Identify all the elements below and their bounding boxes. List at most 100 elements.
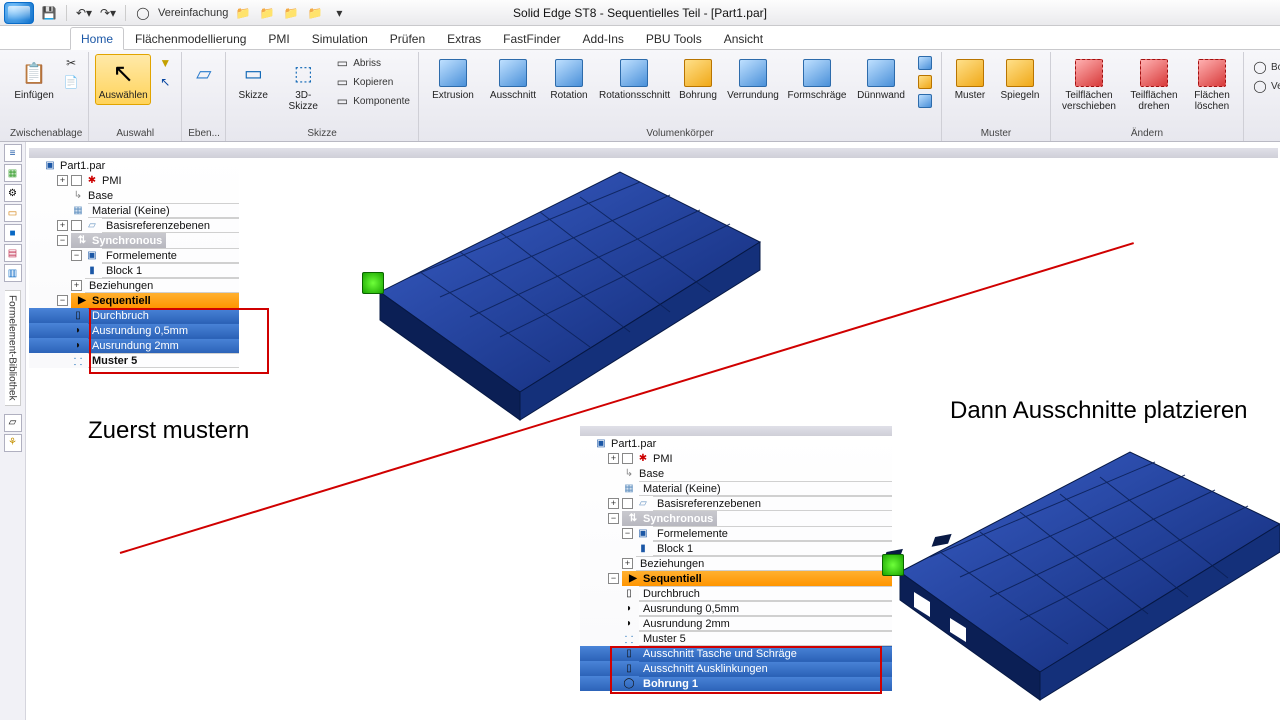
checkbox[interactable] bbox=[622, 453, 633, 464]
tree2-beziehungen[interactable]: +Beziehungen bbox=[580, 556, 892, 571]
qat-btn-3[interactable]: 📁 bbox=[282, 4, 300, 22]
verrundungs-button[interactable]: ◯Verrundungsgröß bbox=[1250, 77, 1280, 95]
teilflaechen-d-button[interactable]: Teilflächen drehen bbox=[1125, 54, 1183, 115]
tree2-ausrundung2[interactable]: ◗Ausrundung 2mm bbox=[580, 616, 892, 631]
tab-addins[interactable]: Add-Ins bbox=[572, 27, 635, 49]
tree2-formelemente[interactable]: −▣Formelemente bbox=[580, 526, 892, 541]
flaechen-l-button[interactable]: Flächen löschen bbox=[1187, 54, 1237, 115]
qat-label-vereinfachung[interactable]: Vereinfachung bbox=[158, 7, 228, 19]
selectplus-button[interactable]: ↖ bbox=[155, 73, 175, 91]
muster-button[interactable]: Muster bbox=[948, 54, 992, 105]
tab-home[interactable]: Home bbox=[70, 27, 124, 50]
spiegeln-button[interactable]: Spiegeln bbox=[996, 54, 1044, 105]
tree2-ausschnitt-tasche[interactable]: ▯Ausschnitt Tasche und Schräge bbox=[580, 646, 892, 661]
rotationsschnitt-button[interactable]: Rotationsschnitt bbox=[597, 54, 671, 105]
lt-icon-4[interactable]: ▭ bbox=[4, 204, 22, 222]
ausschnitt-button[interactable]: Ausschnitt bbox=[485, 54, 541, 105]
komponente-button[interactable]: ▭Komponente bbox=[332, 92, 412, 110]
tab-extras[interactable]: Extras bbox=[436, 27, 492, 49]
tree-muster5[interactable]: ⸬Muster 5 bbox=[29, 353, 239, 368]
filter-button[interactable]: ▼ bbox=[155, 54, 175, 72]
expand-icon[interactable]: + bbox=[57, 175, 68, 186]
vol-extra-1[interactable] bbox=[915, 54, 935, 72]
qat-more[interactable]: ▾ bbox=[330, 4, 348, 22]
expand-icon[interactable]: + bbox=[608, 453, 619, 464]
tab-flaechen[interactable]: Flächenmodellierung bbox=[124, 27, 257, 49]
abriss-button[interactable]: ▭Abriss bbox=[332, 54, 412, 72]
qat-btn-4[interactable]: 📁 bbox=[306, 4, 324, 22]
expand-icon[interactable]: − bbox=[71, 250, 82, 261]
tree2-base[interactable]: ↳Base bbox=[580, 466, 892, 481]
tree-pmi[interactable]: +✱PMI bbox=[29, 173, 239, 188]
tree2-basisref[interactable]: +▱Basisreferenzebenen bbox=[580, 496, 892, 511]
tree-root[interactable]: ▣Part1.par bbox=[29, 158, 239, 173]
tab-ansicht[interactable]: Ansicht bbox=[713, 27, 774, 49]
tree2-muster5[interactable]: ⸬Muster 5 bbox=[580, 631, 892, 646]
tree2-pmi[interactable]: +✱PMI bbox=[580, 451, 892, 466]
lt-icon-3[interactable]: ⚙ bbox=[4, 184, 22, 202]
bohrung-button[interactable]: Bohrung bbox=[675, 54, 721, 105]
app-menu-button[interactable] bbox=[4, 2, 34, 24]
bohrdurch-button[interactable]: ◯Bohrdurchmesse bbox=[1250, 58, 1280, 76]
tab-pruefen[interactable]: Prüfen bbox=[379, 27, 436, 49]
tree2-material[interactable]: ▦Material (Keine) bbox=[580, 481, 892, 496]
qat-btn-2[interactable]: 📁 bbox=[258, 4, 276, 22]
teilflaechen-v-button[interactable]: Teilflächen verschieben bbox=[1057, 54, 1121, 115]
viewport-part-2[interactable] bbox=[880, 442, 1280, 702]
expand-icon[interactable]: − bbox=[57, 295, 68, 306]
lt-icon-9[interactable]: ⚘ bbox=[4, 434, 22, 452]
tree-material[interactable]: ▦Material (Keine) bbox=[29, 203, 239, 218]
origin-triad-1[interactable] bbox=[362, 272, 384, 294]
tree2-bohrung1[interactable]: ◯Bohrung 1 bbox=[580, 676, 892, 691]
undo-icon[interactable]: ↶▾ bbox=[75, 4, 93, 22]
tree-basisref[interactable]: +▱Basisreferenzebenen bbox=[29, 218, 239, 233]
lt-icon-5[interactable]: ■ bbox=[4, 224, 22, 242]
expand-icon[interactable]: + bbox=[622, 558, 633, 569]
feature-tree-2[interactable]: ▣Part1.par +✱PMI ↳Base ▦Material (Keine)… bbox=[580, 436, 892, 691]
rotation-button[interactable]: Rotation bbox=[545, 54, 593, 105]
redo-icon[interactable]: ↷▾ bbox=[99, 4, 117, 22]
lt-icon-8[interactable]: ▱ bbox=[4, 414, 22, 432]
kopieren-button[interactable]: ▭Kopieren bbox=[332, 73, 412, 91]
tree2-durchbruch[interactable]: ▯Durchbruch bbox=[580, 586, 892, 601]
expand-icon[interactable]: + bbox=[71, 280, 82, 291]
copy-button[interactable]: 📄 bbox=[61, 73, 81, 91]
tab-simulation[interactable]: Simulation bbox=[301, 27, 379, 49]
expand-icon[interactable]: − bbox=[57, 235, 68, 246]
radio-icon[interactable]: ◯ bbox=[134, 4, 152, 22]
tree2-block1[interactable]: ▮Block 1 bbox=[580, 541, 892, 556]
checkbox[interactable] bbox=[71, 175, 82, 186]
auswaehlen-button[interactable]: ↖ Auswählen bbox=[95, 54, 151, 105]
tree-ausrundung2[interactable]: ◗Ausrundung 2mm bbox=[29, 338, 239, 353]
tab-pmi[interactable]: PMI bbox=[257, 27, 300, 49]
lt-icon-7[interactable]: ▥ bbox=[4, 264, 22, 282]
lt-icon-1[interactable]: ≡ bbox=[4, 144, 22, 162]
duennwand-button[interactable]: Dünnwand bbox=[853, 54, 909, 105]
vol-extra-2[interactable] bbox=[915, 73, 935, 91]
tree-beziehungen[interactable]: +Beziehungen bbox=[29, 278, 239, 293]
tree2-root[interactable]: ▣Part1.par bbox=[580, 436, 892, 451]
lt-icon-6[interactable]: ▤ bbox=[4, 244, 22, 262]
feature-tree-1[interactable]: ▣Part1.par +✱PMI ↳Base ▦Material (Keine)… bbox=[29, 158, 239, 368]
expand-icon[interactable]: + bbox=[57, 220, 68, 231]
tree-synchronous[interactable]: −⇅Synchronous bbox=[29, 233, 239, 248]
formschraege-button[interactable]: Formschräge bbox=[785, 54, 849, 105]
tree2-ausrundung05[interactable]: ◗Ausrundung 0,5mm bbox=[580, 601, 892, 616]
tree-durchbruch[interactable]: ▯Durchbruch bbox=[29, 308, 239, 323]
tree-base[interactable]: ↳Base bbox=[29, 188, 239, 203]
verrundung-button[interactable]: Verrundung bbox=[725, 54, 781, 105]
tab-fastfinder[interactable]: FastFinder bbox=[492, 27, 571, 49]
qat-btn-1[interactable]: 📁 bbox=[234, 4, 252, 22]
cut-button[interactable]: ✂ bbox=[61, 54, 81, 72]
checkbox[interactable] bbox=[71, 220, 82, 231]
side-tab-bibliothek[interactable]: Formelement-Bibliothek bbox=[5, 290, 21, 406]
tree2-sequentiell[interactable]: −▶Sequentiell bbox=[580, 571, 892, 586]
expand-icon[interactable]: − bbox=[608, 513, 619, 524]
tree-ausrundung05[interactable]: ◗Ausrundung 0,5mm bbox=[29, 323, 239, 338]
viewport-part-1[interactable] bbox=[350, 162, 770, 422]
einfuegen-button[interactable]: 📋 Einfügen bbox=[11, 54, 57, 105]
save-icon[interactable]: 💾 bbox=[40, 4, 58, 22]
origin-triad-2[interactable] bbox=[882, 554, 904, 576]
extrusion-button[interactable]: Extrusion bbox=[425, 54, 481, 105]
tree-sequentiell[interactable]: −▶Sequentiell bbox=[29, 293, 239, 308]
